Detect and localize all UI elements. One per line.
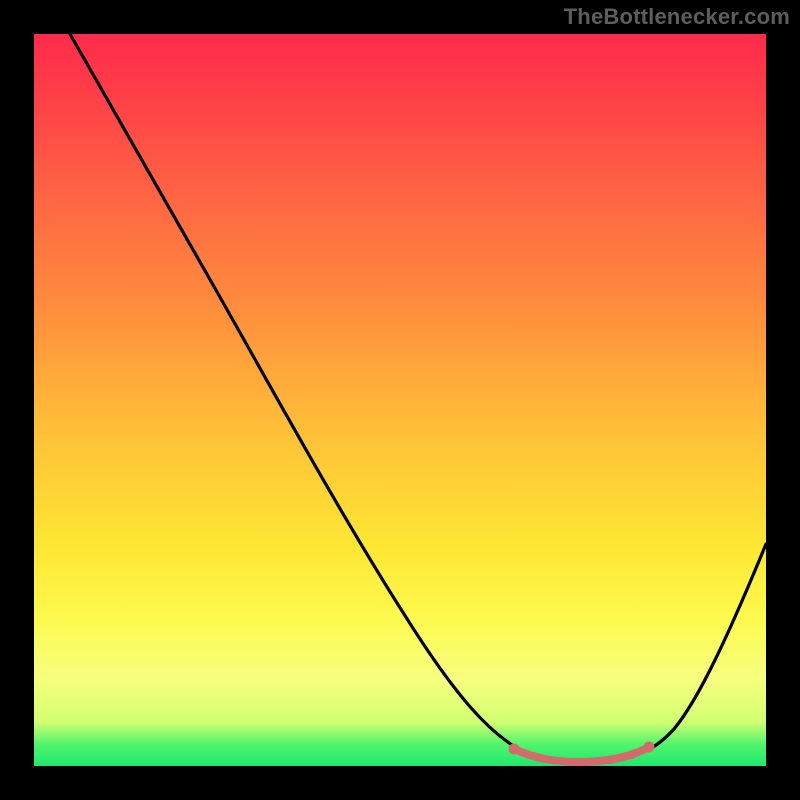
attribution-label: TheBottlenecker.com (564, 4, 790, 30)
curve-svg (34, 34, 766, 766)
highlight-dot (606, 756, 614, 764)
highlight-dot (509, 744, 520, 755)
plot-area (34, 34, 766, 766)
highlight-dot (644, 742, 655, 753)
highlight-dot (582, 758, 590, 766)
highlight-dot (532, 753, 540, 761)
highlight-dot (558, 757, 566, 765)
main-curve (70, 34, 766, 760)
chart-container: TheBottlenecker.com (0, 0, 800, 800)
highlight-dot (628, 751, 636, 759)
